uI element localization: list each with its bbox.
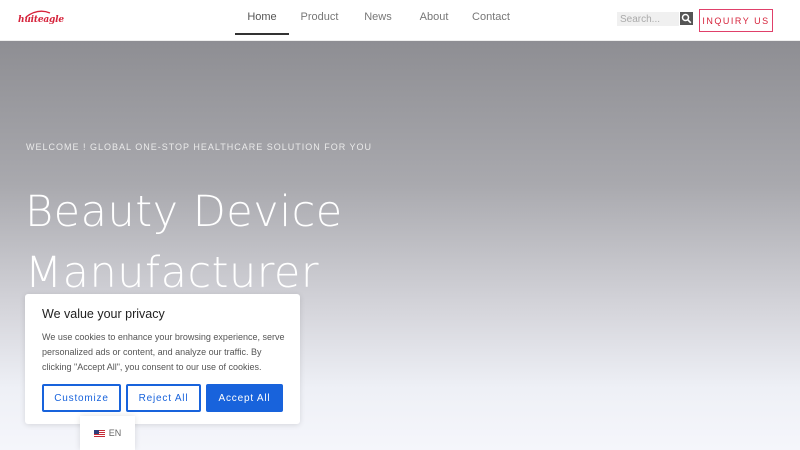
language-label: EN (108, 428, 122, 438)
cookie-title: We value your privacy (42, 307, 165, 321)
us-flag-icon (93, 429, 105, 437)
site-header: huiteagle Home Product News About Contac… (0, 0, 800, 41)
inquiry-button[interactable]: INQUIRY US (699, 9, 773, 32)
hero-title-line1: Beauty Device (25, 187, 343, 237)
search-icon (681, 13, 692, 24)
accept-all-button[interactable]: Accept All (206, 384, 283, 412)
search-button[interactable] (680, 12, 693, 25)
logo[interactable]: huiteagle (18, 10, 64, 30)
hero-title-line2: Manufacturer (25, 248, 320, 298)
hero-eyebrow: WELCOME ! GLOBAL ONE-STOP HEALTHCARE SOL… (26, 142, 373, 152)
logo-text: huiteagle (18, 15, 64, 25)
cookie-description: We use cookies to enhance your browsing … (42, 332, 285, 372)
nav-product[interactable]: Product (289, 0, 350, 34)
nav-contact[interactable]: Contact (462, 0, 520, 34)
customize-button[interactable]: Customize (42, 384, 121, 412)
cookie-consent-banner: We value your privacy We use cookies to … (25, 294, 300, 424)
nav-about[interactable]: About (406, 0, 462, 34)
reject-all-button[interactable]: Reject All (126, 384, 201, 412)
nav-home[interactable]: Home (235, 0, 289, 35)
main-nav: Home Product News About Contact (235, 0, 520, 41)
language-switcher[interactable]: EN (80, 416, 135, 450)
search-input[interactable] (617, 12, 679, 26)
nav-news[interactable]: News (350, 0, 406, 34)
